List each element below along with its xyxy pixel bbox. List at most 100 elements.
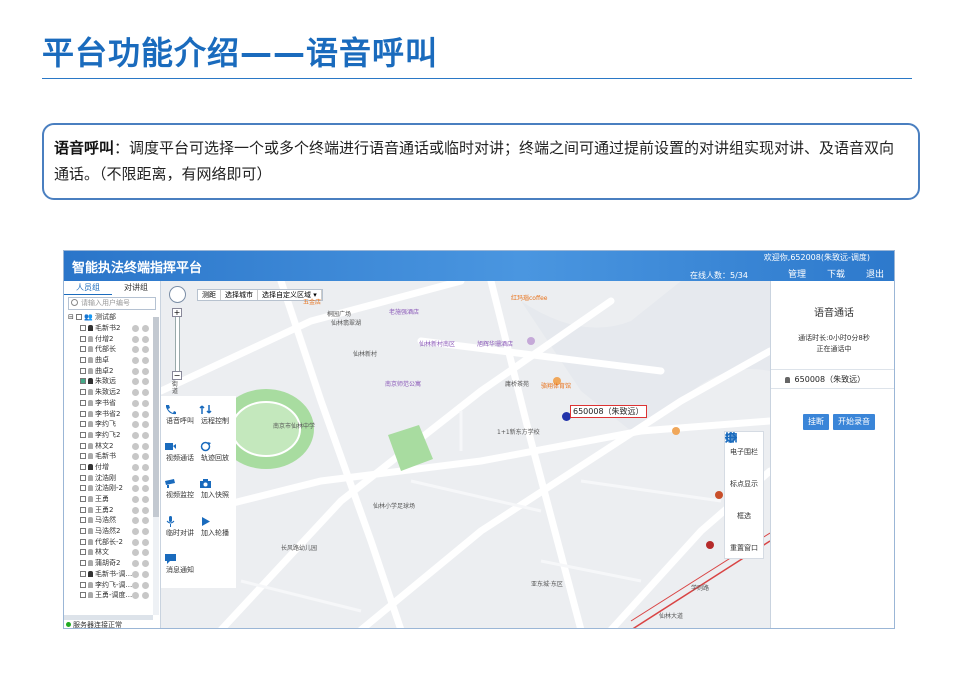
info-icon[interactable] xyxy=(142,399,149,407)
info-icon[interactable] xyxy=(142,581,149,589)
member-checkbox[interactable] xyxy=(80,325,86,331)
info-icon[interactable] xyxy=(142,474,149,482)
member-row[interactable]: 林文2 xyxy=(68,441,160,452)
member-row[interactable]: 付增2 xyxy=(68,334,160,345)
member-checkbox[interactable] xyxy=(80,560,86,567)
member-checkbox[interactable] xyxy=(80,346,86,353)
horizontal-scrollbar[interactable] xyxy=(64,615,153,620)
member-row[interactable]: 李约飞-调... xyxy=(68,580,160,591)
member-row[interactable]: 曲卓 xyxy=(68,355,160,366)
info-icon[interactable] xyxy=(142,592,149,600)
member-checkbox[interactable] xyxy=(80,367,86,374)
info-icon[interactable] xyxy=(142,453,149,461)
call-status-icon[interactable] xyxy=(132,538,139,546)
call-status-icon[interactable] xyxy=(132,325,139,332)
info-icon[interactable] xyxy=(142,389,149,397)
call-status-icon[interactable] xyxy=(132,421,139,429)
member-checkbox[interactable] xyxy=(80,378,86,385)
info-icon[interactable] xyxy=(142,538,149,546)
reset-button[interactable]: 重置窗口 xyxy=(725,432,763,560)
call-status-icon[interactable] xyxy=(132,506,139,514)
member-checkbox[interactable] xyxy=(80,474,86,481)
member-checkbox[interactable] xyxy=(80,485,86,492)
info-icon[interactable] xyxy=(142,367,149,375)
member-checkbox[interactable] xyxy=(80,410,86,417)
call-status-icon[interactable] xyxy=(132,389,139,397)
call-status-icon[interactable] xyxy=(132,346,139,354)
manage-link[interactable]: 管理 xyxy=(788,267,806,280)
target-label[interactable]: 650008（朱致远） xyxy=(570,405,647,418)
track-replay-button[interactable]: 轨迹回放 xyxy=(199,441,231,462)
info-icon[interactable] xyxy=(142,496,149,503)
info-icon[interactable] xyxy=(142,378,149,386)
member-checkbox[interactable] xyxy=(80,496,86,502)
member-row[interactable]: 王勇 xyxy=(68,494,160,505)
zoom-in-button[interactable]: + xyxy=(172,308,182,317)
tree-root[interactable]: ⊟ 👥 测试部 xyxy=(68,312,160,323)
member-row[interactable]: 马浩然2 xyxy=(68,526,160,537)
member-checkbox[interactable] xyxy=(80,528,86,535)
call-status-icon[interactable] xyxy=(132,496,139,503)
member-checkbox[interactable] xyxy=(80,389,86,396)
info-icon[interactable] xyxy=(142,463,149,471)
map-toolbar-item[interactable]: 测距 xyxy=(198,290,221,300)
member-row[interactable]: 付增 xyxy=(68,462,160,473)
call-status-icon[interactable] xyxy=(132,485,139,493)
member-checkbox[interactable] xyxy=(80,463,86,470)
call-status-icon[interactable] xyxy=(132,474,139,482)
info-icon[interactable] xyxy=(142,442,149,450)
member-checkbox[interactable] xyxy=(80,335,86,342)
info-icon[interactable] xyxy=(142,335,149,343)
member-row[interactable]: 李书省2 xyxy=(68,409,160,420)
member-checkbox[interactable] xyxy=(80,517,86,524)
call-status-icon[interactable] xyxy=(132,549,139,557)
member-row[interactable]: 朱致远2 xyxy=(68,387,160,398)
call-status-icon[interactable] xyxy=(132,517,139,525)
member-row[interactable]: 李约飞 xyxy=(68,419,160,430)
member-row[interactable]: 毛新书2 xyxy=(68,323,160,334)
member-row[interactable]: 沈浩刚 xyxy=(68,473,160,484)
member-checkbox[interactable] xyxy=(80,581,86,588)
member-row[interactable]: 朱致远 xyxy=(68,376,160,387)
member-checkbox[interactable] xyxy=(80,453,86,460)
zoom-track[interactable] xyxy=(175,308,180,378)
info-icon[interactable] xyxy=(142,325,149,332)
member-row[interactable]: 林文 xyxy=(68,547,160,558)
member-row[interactable]: 马浩然 xyxy=(68,515,160,526)
message-button[interactable]: 消息通知 xyxy=(164,553,196,574)
member-row[interactable]: 李约飞2 xyxy=(68,430,160,441)
info-icon[interactable] xyxy=(142,346,149,354)
member-row[interactable]: 曲卓2 xyxy=(68,366,160,377)
info-icon[interactable] xyxy=(142,517,149,525)
call-status-icon[interactable] xyxy=(132,592,139,600)
member-row[interactable]: 王勇2 xyxy=(68,505,160,516)
map-toolbar-item[interactable]: 选择城市 xyxy=(221,290,258,300)
info-icon[interactable] xyxy=(142,410,149,418)
member-checkbox[interactable] xyxy=(80,442,86,449)
map-view[interactable]: 测距 选择城市 选择自定义区域 ▾ + − 街道 五金店 老施强酒店 红玛瑙coffee… xyxy=(161,281,770,628)
zoom-out-button[interactable]: − xyxy=(172,371,182,380)
call-status-icon[interactable] xyxy=(132,399,139,407)
member-checkbox[interactable] xyxy=(80,538,86,545)
call-status-icon[interactable] xyxy=(132,528,139,536)
call-status-icon[interactable] xyxy=(132,442,139,450)
call-status-icon[interactable] xyxy=(132,431,139,439)
microphone-button[interactable]: 临时对讲 xyxy=(164,516,196,537)
info-icon[interactable] xyxy=(142,431,149,439)
hangup-button[interactable]: 挂断 xyxy=(803,414,829,430)
member-checkbox[interactable] xyxy=(80,570,86,577)
call-status-icon[interactable] xyxy=(132,367,139,375)
phone-button[interactable]: 语音呼叫 xyxy=(164,404,196,425)
call-status-icon[interactable] xyxy=(132,560,139,568)
member-row[interactable]: 李书省 xyxy=(68,398,160,409)
cctv-button[interactable]: 视频监控 xyxy=(164,478,196,499)
start-recording-button[interactable]: 开始录音 xyxy=(833,414,875,430)
info-icon[interactable] xyxy=(142,560,149,568)
member-row[interactable]: 代部长 xyxy=(68,344,160,355)
play-button[interactable]: 加入轮播 xyxy=(199,516,231,537)
info-icon[interactable] xyxy=(142,528,149,536)
info-icon[interactable] xyxy=(142,421,149,429)
info-icon[interactable] xyxy=(142,506,149,514)
member-row[interactable]: 代部长-2 xyxy=(68,537,160,548)
info-icon[interactable] xyxy=(142,485,149,493)
